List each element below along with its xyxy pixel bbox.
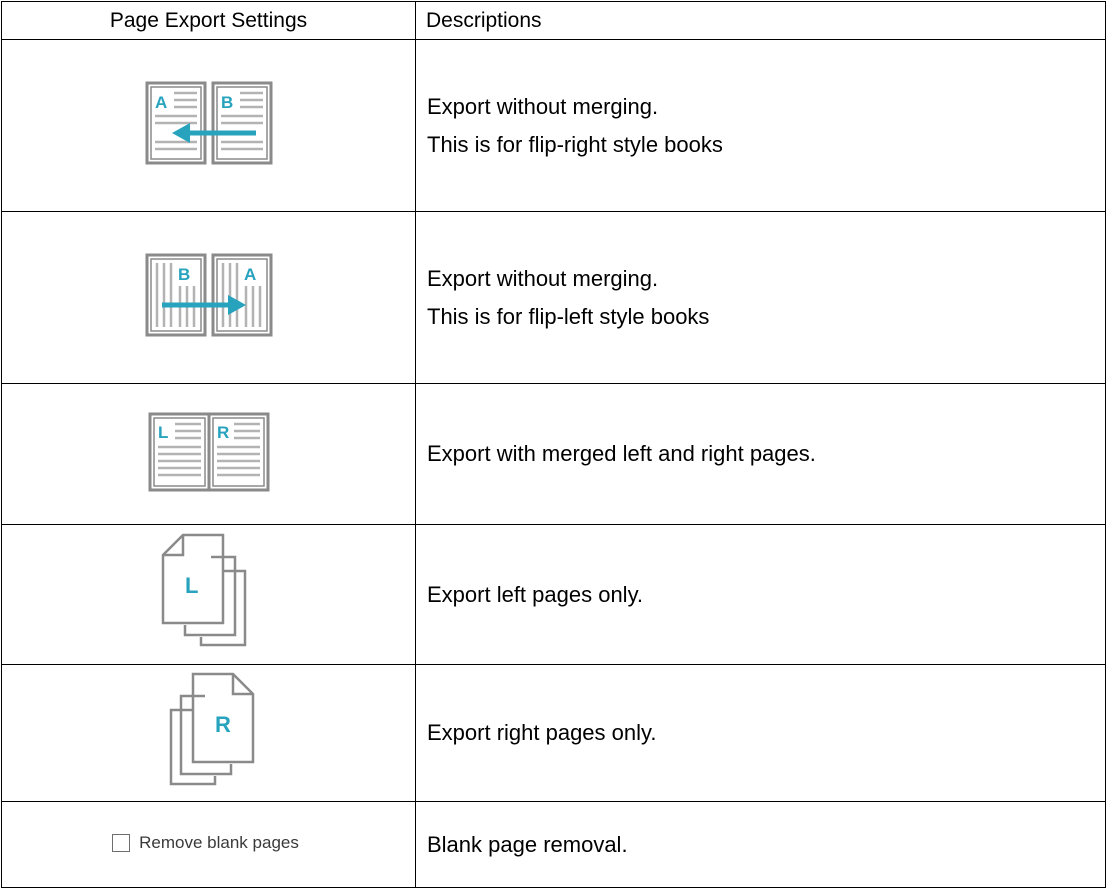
letter-label: B (221, 93, 233, 112)
setting-description: Export left pages only. (415, 524, 1106, 665)
table-header-row: Page Export Settings Descriptions (1, 1, 1106, 40)
letter-label: B (178, 265, 190, 284)
setting-description: Export with merged left and right pages. (415, 383, 1106, 525)
setting-icon-cell: L R (1, 383, 416, 525)
description-line: Blank page removal. (427, 831, 628, 857)
flip-right-spread-icon[interactable]: A B (144, 80, 274, 166)
setting-description: Export without merging. This is for flip… (415, 211, 1106, 384)
table-row: R Export right pages only. (1, 664, 1106, 802)
letter-label: L (158, 423, 168, 442)
right-pages-stack-icon[interactable]: R (159, 672, 259, 790)
description-line: Export without merging. (427, 93, 659, 119)
setting-description: Export without merging. This is for flip… (415, 39, 1106, 212)
remove-blank-pages-option[interactable]: Remove blank pages (112, 833, 299, 853)
description-line: Export left pages only. (427, 581, 644, 607)
letter-label: A (244, 265, 256, 284)
table-row: L Export left pages only. (1, 524, 1106, 665)
description-line: Export right pages only. (427, 720, 657, 745)
header-page-export-settings: Page Export Settings (1, 1, 416, 40)
setting-description: Export right pages only. (415, 664, 1106, 802)
setting-icon-cell: A B (1, 39, 416, 212)
description-line: Export without merging. (427, 265, 659, 291)
checkbox-icon[interactable] (112, 833, 131, 852)
letter-label: L (185, 573, 198, 598)
description-line: This is for flip-right style books (427, 131, 723, 157)
checkbox-label: Remove blank pages (139, 832, 299, 852)
table-row: A B Export without merging. This is for … (1, 39, 1106, 212)
merged-spread-icon[interactable]: L R (147, 411, 271, 493)
setting-icon-cell: Remove blank pages (1, 801, 416, 888)
letter-label: A (155, 93, 167, 112)
setting-icon-cell: B A (1, 211, 416, 384)
table-row: Remove blank pages Blank page removal. (1, 801, 1106, 888)
left-pages-stack-icon[interactable]: L (159, 533, 259, 651)
letter-label: R (215, 712, 231, 737)
setting-icon-cell: L (1, 524, 416, 665)
table-row: B A Export without merging. This is for … (1, 211, 1106, 384)
description-line: This is for flip-left style books (427, 303, 710, 329)
flip-left-spread-icon[interactable]: B A (144, 252, 274, 338)
table-row: L R Export with merged left and right pa… (1, 383, 1106, 525)
setting-description: Blank page removal. (415, 801, 1106, 888)
description-line: Export with merged left and right pages. (427, 441, 816, 466)
export-settings-table: Page Export Settings Descriptions A B Ex… (1, 1, 1106, 888)
letter-label: R (217, 423, 229, 442)
setting-icon-cell: R (1, 664, 416, 802)
header-descriptions: Descriptions (415, 1, 1106, 40)
